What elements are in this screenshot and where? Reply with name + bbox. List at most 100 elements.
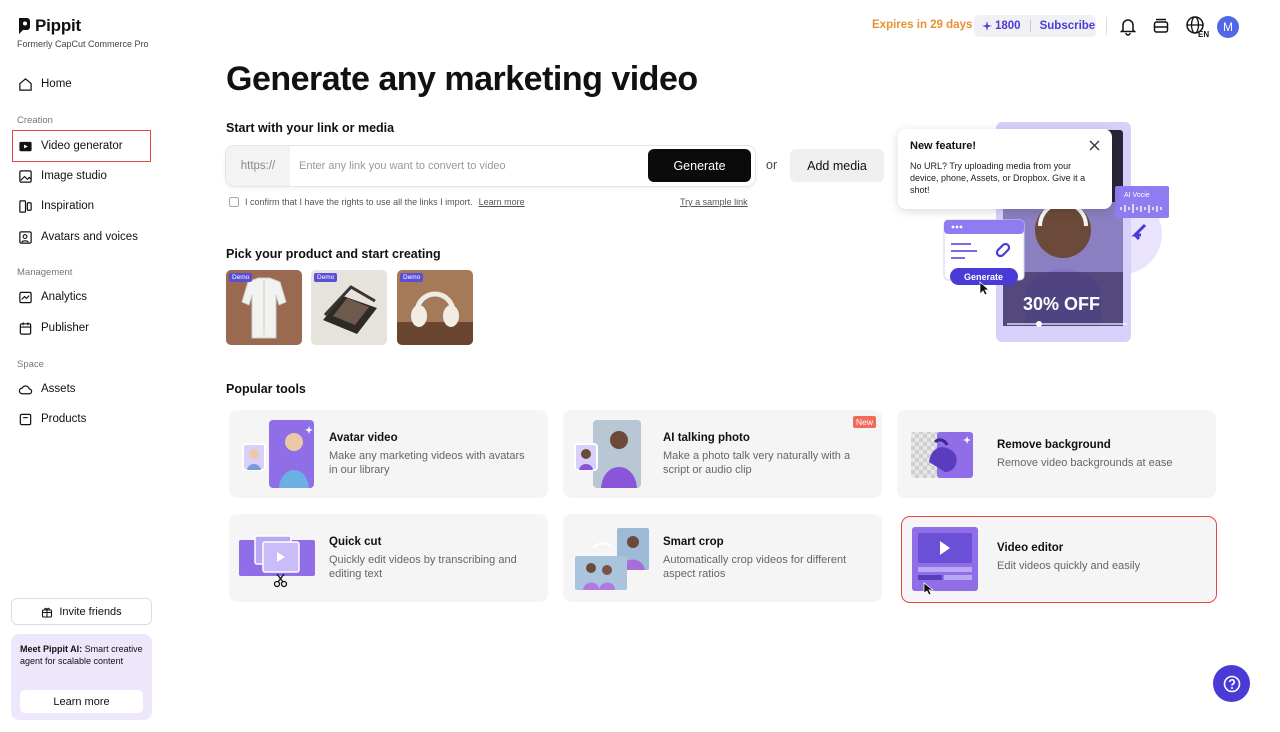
sidebar-item-label: Home — [41, 78, 72, 90]
image-studio-icon — [19, 169, 32, 183]
tool-title: Smart crop — [663, 536, 724, 548]
sidebar-item-inspiration[interactable]: Inspiration — [13, 191, 150, 221]
sidebar-item-video-generator[interactable]: Video generator — [12, 130, 151, 162]
inbox-icon[interactable] — [1151, 16, 1171, 36]
sidebar-item-label: Video generator — [41, 140, 123, 152]
sidebar-item-label: Products — [41, 413, 87, 425]
tool-title: Avatar video — [329, 432, 398, 444]
sparkle-icon — [982, 21, 992, 31]
sidebar-section-creation: Creation — [17, 115, 53, 126]
sidebar-item-products[interactable]: Products — [13, 404, 150, 434]
sidebar-section-space: Space — [17, 359, 44, 370]
sidebar-item-label: Analytics — [41, 291, 88, 303]
calendar-icon — [19, 321, 32, 335]
gift-icon — [42, 607, 53, 618]
remove-background-thumbnail — [911, 432, 973, 478]
tooltip-title: New feature! — [910, 140, 977, 152]
close-icon[interactable] — [1089, 140, 1100, 151]
pippit-logo-icon — [19, 18, 30, 34]
inspiration-icon — [19, 199, 32, 213]
demo-tag: Demo — [229, 273, 253, 282]
cloud-icon — [18, 384, 33, 394]
topbar-divider — [1106, 17, 1107, 35]
ai-voice-label: AI Vocie — [1124, 192, 1150, 199]
video-editor-thumbnail — [912, 527, 978, 596]
learn-more-button[interactable]: Learn more — [20, 690, 143, 713]
sidebar-item-label: Assets — [41, 383, 76, 395]
sidebar-item-image-studio[interactable]: Image studio — [13, 161, 150, 191]
product-eyeshadow[interactable]: Demo — [311, 270, 387, 345]
link-section-title: Start with your link or media — [226, 121, 395, 135]
demo-tag: Demo — [400, 273, 424, 282]
language-code: EN — [1198, 30, 1209, 39]
tool-card-remove-background[interactable]: Remove background Remove video backgroun… — [897, 410, 1216, 498]
sidebar-section-management: Management — [17, 267, 73, 278]
smart-crop-thumbnail — [575, 528, 649, 590]
products-icon — [19, 413, 32, 425]
invite-friends-label: Invite friends — [59, 605, 122, 618]
tool-description: Edit videos quickly and easily — [997, 560, 1141, 572]
pippit-ai-promo: Meet Pippit AI: Smart creative agent for… — [11, 634, 152, 720]
product-headphones[interactable]: Demo — [397, 270, 473, 345]
sidebar-item-label: Publisher — [41, 322, 89, 334]
product-shirt[interactable]: Demo — [226, 270, 302, 345]
tool-description: Remove video backgrounds at ease — [997, 457, 1173, 469]
sample-link[interactable]: Try a sample link — [680, 197, 748, 207]
tool-description: Make a photo talk very naturally with a … — [663, 450, 851, 476]
bell-icon[interactable] — [1118, 16, 1138, 36]
sidebar-item-label: Inspiration — [41, 200, 95, 212]
discount-label: 30% OFF — [1023, 294, 1100, 314]
expiry-notice: Expires in 29 days — [872, 19, 973, 31]
sidebar-item-analytics[interactable]: Analytics — [13, 282, 150, 312]
tool-title: Quick cut — [329, 536, 382, 548]
sidebar-item-label: Avatars and voices — [41, 231, 138, 243]
language-globe-icon[interactable]: EN — [1185, 15, 1209, 39]
help-button[interactable] — [1213, 665, 1250, 702]
consent-checkbox[interactable] — [229, 197, 239, 207]
tool-card-avatar-video[interactable]: Avatar video Make any marketing videos w… — [229, 410, 548, 498]
user-avatar[interactable]: M — [1217, 16, 1239, 38]
tool-description: Make any marketing videos with avatars i… — [329, 450, 525, 476]
brand-name: Pippit — [35, 16, 82, 35]
sidebar: Pippit Formerly CapCut Commerce Pro Home… — [0, 0, 165, 732]
video-generator-icon — [19, 141, 32, 151]
tool-card-quick-cut[interactable]: Quick cut Quickly edit videos by transcr… — [229, 514, 548, 602]
url-input[interactable] — [290, 146, 645, 186]
tool-card-smart-crop[interactable]: Smart crop Automatically crop videos for… — [563, 514, 882, 602]
tool-card-video-editor[interactable]: Video editor Edit videos quickly and eas… — [901, 516, 1217, 603]
credits-pill[interactable]: 1800 Subscribe — [974, 15, 1096, 37]
new-feature-tooltip: New feature! No URL? Try uploading media… — [898, 129, 1112, 209]
analytics-icon — [19, 291, 32, 303]
sidebar-item-avatars-and-voices[interactable]: Avatars and voices — [13, 222, 150, 252]
tool-card-ai-talking-photo[interactable]: New AI talking photo Make a photo talk v… — [563, 410, 882, 498]
tool-description: Quickly edit videos by transcribing and … — [329, 554, 517, 580]
url-prefix: https:// — [226, 146, 290, 186]
avatar-video-thumbnail — [242, 420, 314, 488]
credits-count: 1800 — [995, 20, 1021, 32]
brand-logo[interactable]: Pippit — [17, 16, 81, 36]
rights-consent: I confirm that I have the rights to use … — [229, 197, 525, 207]
demo-tag: Demo — [314, 273, 338, 282]
popular-tools-title: Popular tools — [226, 382, 306, 396]
tool-title: Remove background — [997, 439, 1111, 451]
help-icon — [1223, 675, 1240, 692]
add-media-button[interactable]: Add media — [790, 149, 884, 182]
illustration-generate-label: Generate — [964, 272, 1003, 282]
invite-friends-button[interactable]: Invite friends — [11, 598, 152, 625]
tool-title: Video editor — [997, 542, 1064, 554]
generate-button[interactable]: Generate — [648, 149, 751, 182]
or-text: or — [766, 158, 778, 172]
sidebar-item-publisher[interactable]: Publisher — [13, 313, 150, 343]
sidebar-item-label: Image studio — [41, 170, 107, 182]
sidebar-item-home[interactable]: Home — [13, 69, 150, 99]
brand-subtitle: Formerly CapCut Commerce Pro — [17, 39, 149, 49]
promo-text: Meet Pippit AI: Smart creative agent for… — [20, 643, 143, 667]
sidebar-item-assets[interactable]: Assets — [13, 374, 150, 404]
subscribe-link[interactable]: Subscribe — [1040, 20, 1096, 32]
tooltip-text: No URL? Try uploading media from your de… — [910, 161, 1086, 195]
page-title: Generate any marketing video — [226, 60, 698, 98]
tool-title: AI talking photo — [663, 432, 750, 444]
learn-more-link[interactable]: Learn more — [479, 197, 525, 207]
talking-photo-thumbnail — [574, 420, 641, 488]
consent-text: I confirm that I have the rights to use … — [245, 197, 473, 207]
